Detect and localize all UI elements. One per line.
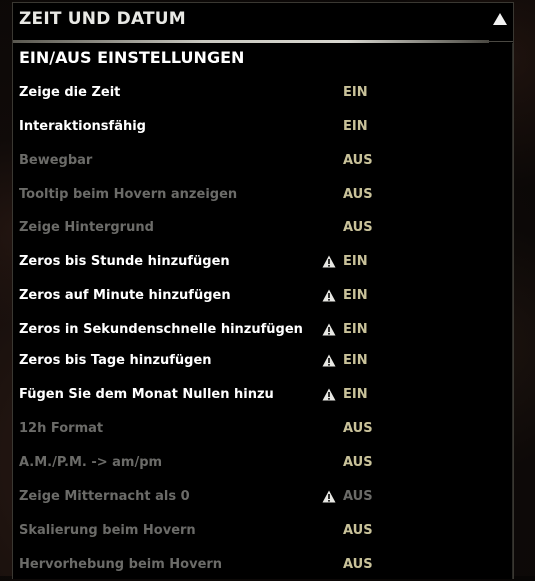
setting-label: Zeige Hintergrund (19, 220, 154, 235)
setting-label: Skalierung beim Hovern (19, 523, 196, 538)
setting-label: Zeros auf Minute hinzufügen (19, 288, 231, 303)
setting-label: Zeros bis Stunde hinzufügen (19, 254, 230, 269)
setting-label: Zeros in Sekundenschnelle hinzufügen (19, 322, 303, 337)
toggle-value[interactable]: AUS (343, 557, 373, 572)
toggle-value[interactable]: AUS (343, 523, 373, 538)
warning-icon (322, 289, 336, 302)
toggle-value[interactable]: EIN (343, 85, 368, 100)
toggle-value[interactable]: AUS (343, 455, 373, 470)
toggle-value[interactable]: EIN (343, 119, 368, 134)
setting-row[interactable]: Zeige Mitternacht als 0 AUS (13, 485, 513, 513)
triangle-up-icon[interactable] (493, 13, 507, 25)
panel-header[interactable]: ZEIT UND DATUM (13, 3, 513, 37)
setting-row[interactable]: Bewegbar AUS (13, 149, 513, 177)
warning-icon (322, 323, 336, 336)
warning-icon (322, 388, 336, 401)
setting-row[interactable]: Zeros bis Stunde hinzufügen EIN (13, 250, 513, 278)
toggle-value[interactable]: AUS (343, 153, 373, 168)
toggle-value[interactable]: EIN (343, 288, 368, 303)
toggle-value[interactable]: EIN (343, 353, 368, 368)
header-divider-end (489, 41, 513, 42)
setting-label: Zeige die Zeit (19, 85, 121, 100)
settings-panel: ZEIT UND DATUM EIN/AUS EINSTELLUNGEN Zei… (12, 2, 514, 579)
setting-row[interactable]: Zeros auf Minute hinzufügen EIN (13, 284, 513, 312)
setting-row[interactable]: Zeros in Sekundenschnelle hinzufügen EIN (13, 318, 513, 346)
setting-row[interactable]: Zeige die Zeit EIN (13, 81, 513, 109)
toggle-value[interactable]: EIN (343, 387, 368, 402)
setting-row[interactable]: Interaktionsfähig EIN (13, 115, 513, 143)
setting-row[interactable]: Tooltip beim Hovern anzeigen AUS (13, 183, 513, 211)
setting-row[interactable]: Zeige Hintergrund AUS (13, 216, 513, 244)
setting-row[interactable]: Zeros bis Tage hinzufügen EIN (13, 349, 513, 377)
toggle-value[interactable]: EIN (343, 322, 368, 337)
toggle-value[interactable]: AUS (343, 489, 373, 504)
setting-row[interactable]: Hervorhebung beim Hovern AUS (13, 553, 513, 581)
section-title: EIN/AUS EINSTELLUNGEN (19, 48, 245, 67)
setting-row[interactable]: Skalierung beim Hovern AUS (13, 519, 513, 547)
setting-row[interactable]: A.M./P.M. -> am/pm AUS (13, 451, 513, 479)
setting-row[interactable]: 12h Format AUS (13, 417, 513, 445)
setting-label: Zeros bis Tage hinzufügen (19, 353, 212, 368)
warning-icon (322, 490, 336, 503)
setting-label: Zeige Mitternacht als 0 (19, 489, 190, 504)
setting-label: Interaktionsfähig (19, 119, 146, 134)
header-divider (13, 40, 489, 43)
warning-icon (322, 354, 336, 367)
scrollbar-track[interactable] (512, 43, 513, 579)
setting-label: 12h Format (19, 421, 104, 436)
toggle-value[interactable]: AUS (343, 187, 373, 202)
setting-label: Fügen Sie dem Monat Nullen hinzu (19, 387, 274, 402)
setting-label: Bewegbar (19, 153, 93, 168)
setting-label: Hervorhebung beim Hovern (19, 557, 223, 572)
toggle-value[interactable]: AUS (343, 220, 373, 235)
warning-icon (322, 255, 336, 268)
toggle-value[interactable]: EIN (343, 254, 368, 269)
setting-label: A.M./P.M. -> am/pm (19, 455, 163, 470)
setting-row[interactable]: Fügen Sie dem Monat Nullen hinzu EIN (13, 383, 513, 411)
toggle-value[interactable]: AUS (343, 421, 373, 436)
panel-title: ZEIT UND DATUM (19, 9, 186, 29)
setting-label: Tooltip beim Hovern anzeigen (19, 187, 238, 202)
